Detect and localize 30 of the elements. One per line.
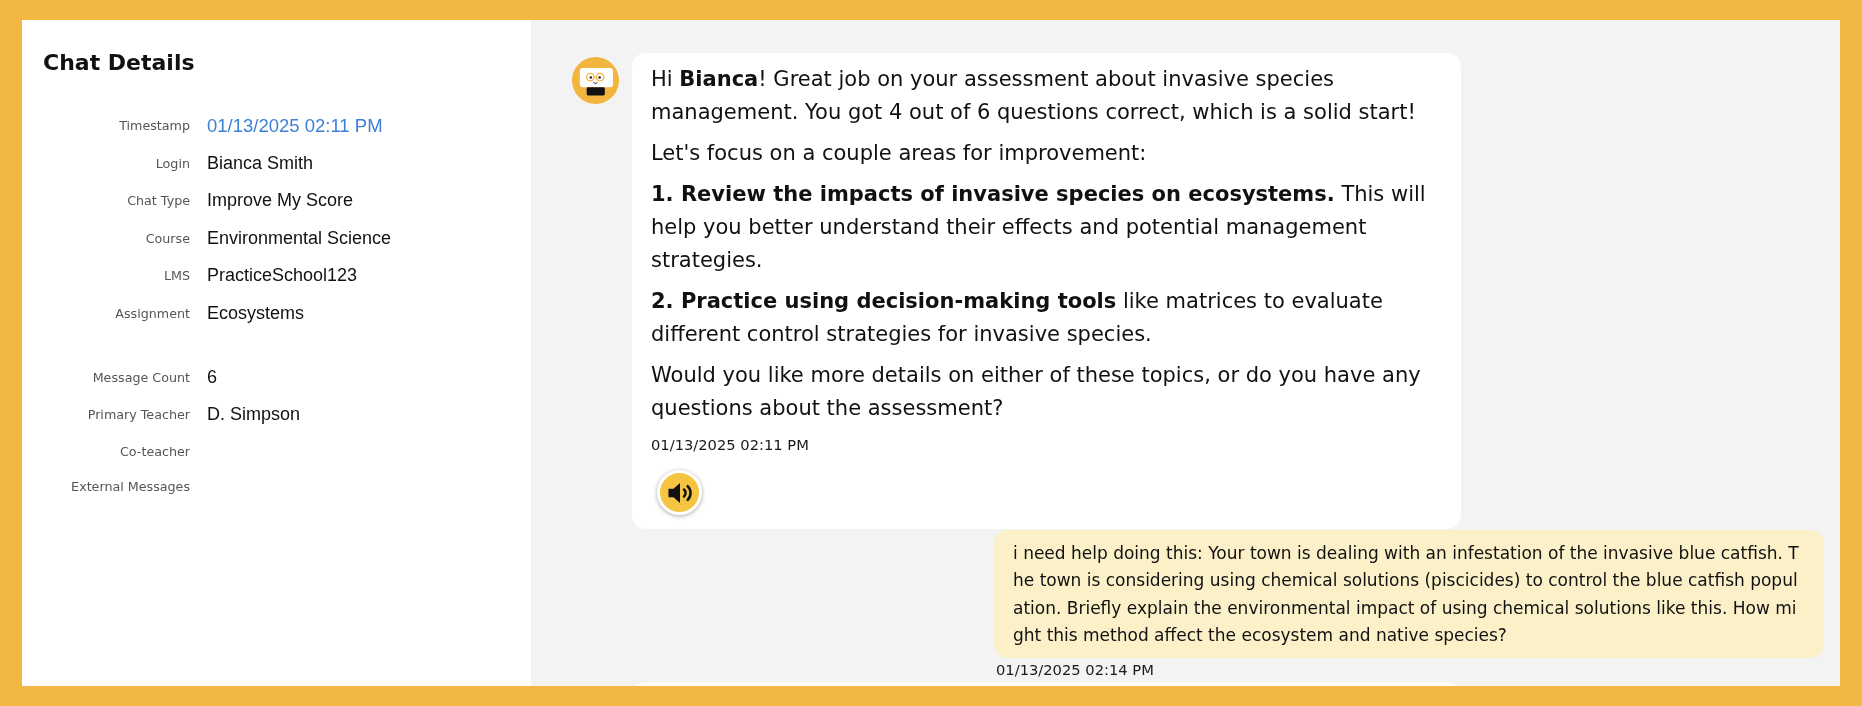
field-label: External Messages <box>70 477 190 496</box>
robot-avatar-icon <box>572 57 619 104</box>
field-value: Ecosystems <box>207 301 305 325</box>
message-timestamp: 01/13/2025 02:14 PM <box>996 661 1154 679</box>
field-label: Assignment <box>114 304 190 323</box>
field-label: Course <box>144 229 190 248</box>
message-paragraph: 2. Practice using decision-making tools like matrices to evaluate different control strategies for invasive species. <box>651 288 1384 348</box>
message-text: i need help doing this: Your town is dealing with an infestation of the invasive blue catfish. The town is considering using chemical solutions (piscicides) to control the blue catfish population. Briefly explain the environmental impact of using chemical solutions like this. How might this method affect the ecosystem and native species? <box>1013 541 1800 647</box>
play-audio-button[interactable] <box>657 470 702 515</box>
message-paragraph: Hi Bianca! Great job on your assessment about invasive species management. You got 4 out of 6 questions correct, which is a solid start! <box>651 66 1417 126</box>
timestamp-link[interactable]: 01/13/2025 02:11 PM <box>207 114 383 138</box>
speaker-icon <box>666 481 693 504</box>
message-paragraph: Would you like more details on either of these topics, or do you have any questions about the assessment? <box>651 362 1422 422</box>
field-label: Message Count <box>91 368 190 387</box>
panel-title: Chat Details <box>43 49 195 77</box>
message-paragraph: 1. Review the impacts of invasive species on ecosystems. This will help you better understand their effects and potential management strategies. <box>651 181 1427 274</box>
field-value: Bianca Smith <box>207 151 314 175</box>
field-label: Chat Type <box>126 192 190 211</box>
field-value: 6 <box>207 365 217 389</box>
field-label: Timestamp <box>118 117 190 136</box>
field-label: Login <box>154 154 190 173</box>
message-paragraph: Let's focus on a couple areas for improvement: <box>651 140 1148 167</box>
field-label: LMS <box>162 267 190 286</box>
field-value: Environmental Science <box>207 226 392 250</box>
field-value: PracticeSchool123 <box>207 264 358 287</box>
field-value: D. Simpson <box>207 403 301 426</box>
field-value: Improve My Score <box>207 189 354 212</box>
field-label: Co-teacher <box>118 442 190 461</box>
field-label: Primary Teacher <box>86 406 190 425</box>
message-timestamp: 01/13/2025 02:11 PM <box>651 434 809 455</box>
